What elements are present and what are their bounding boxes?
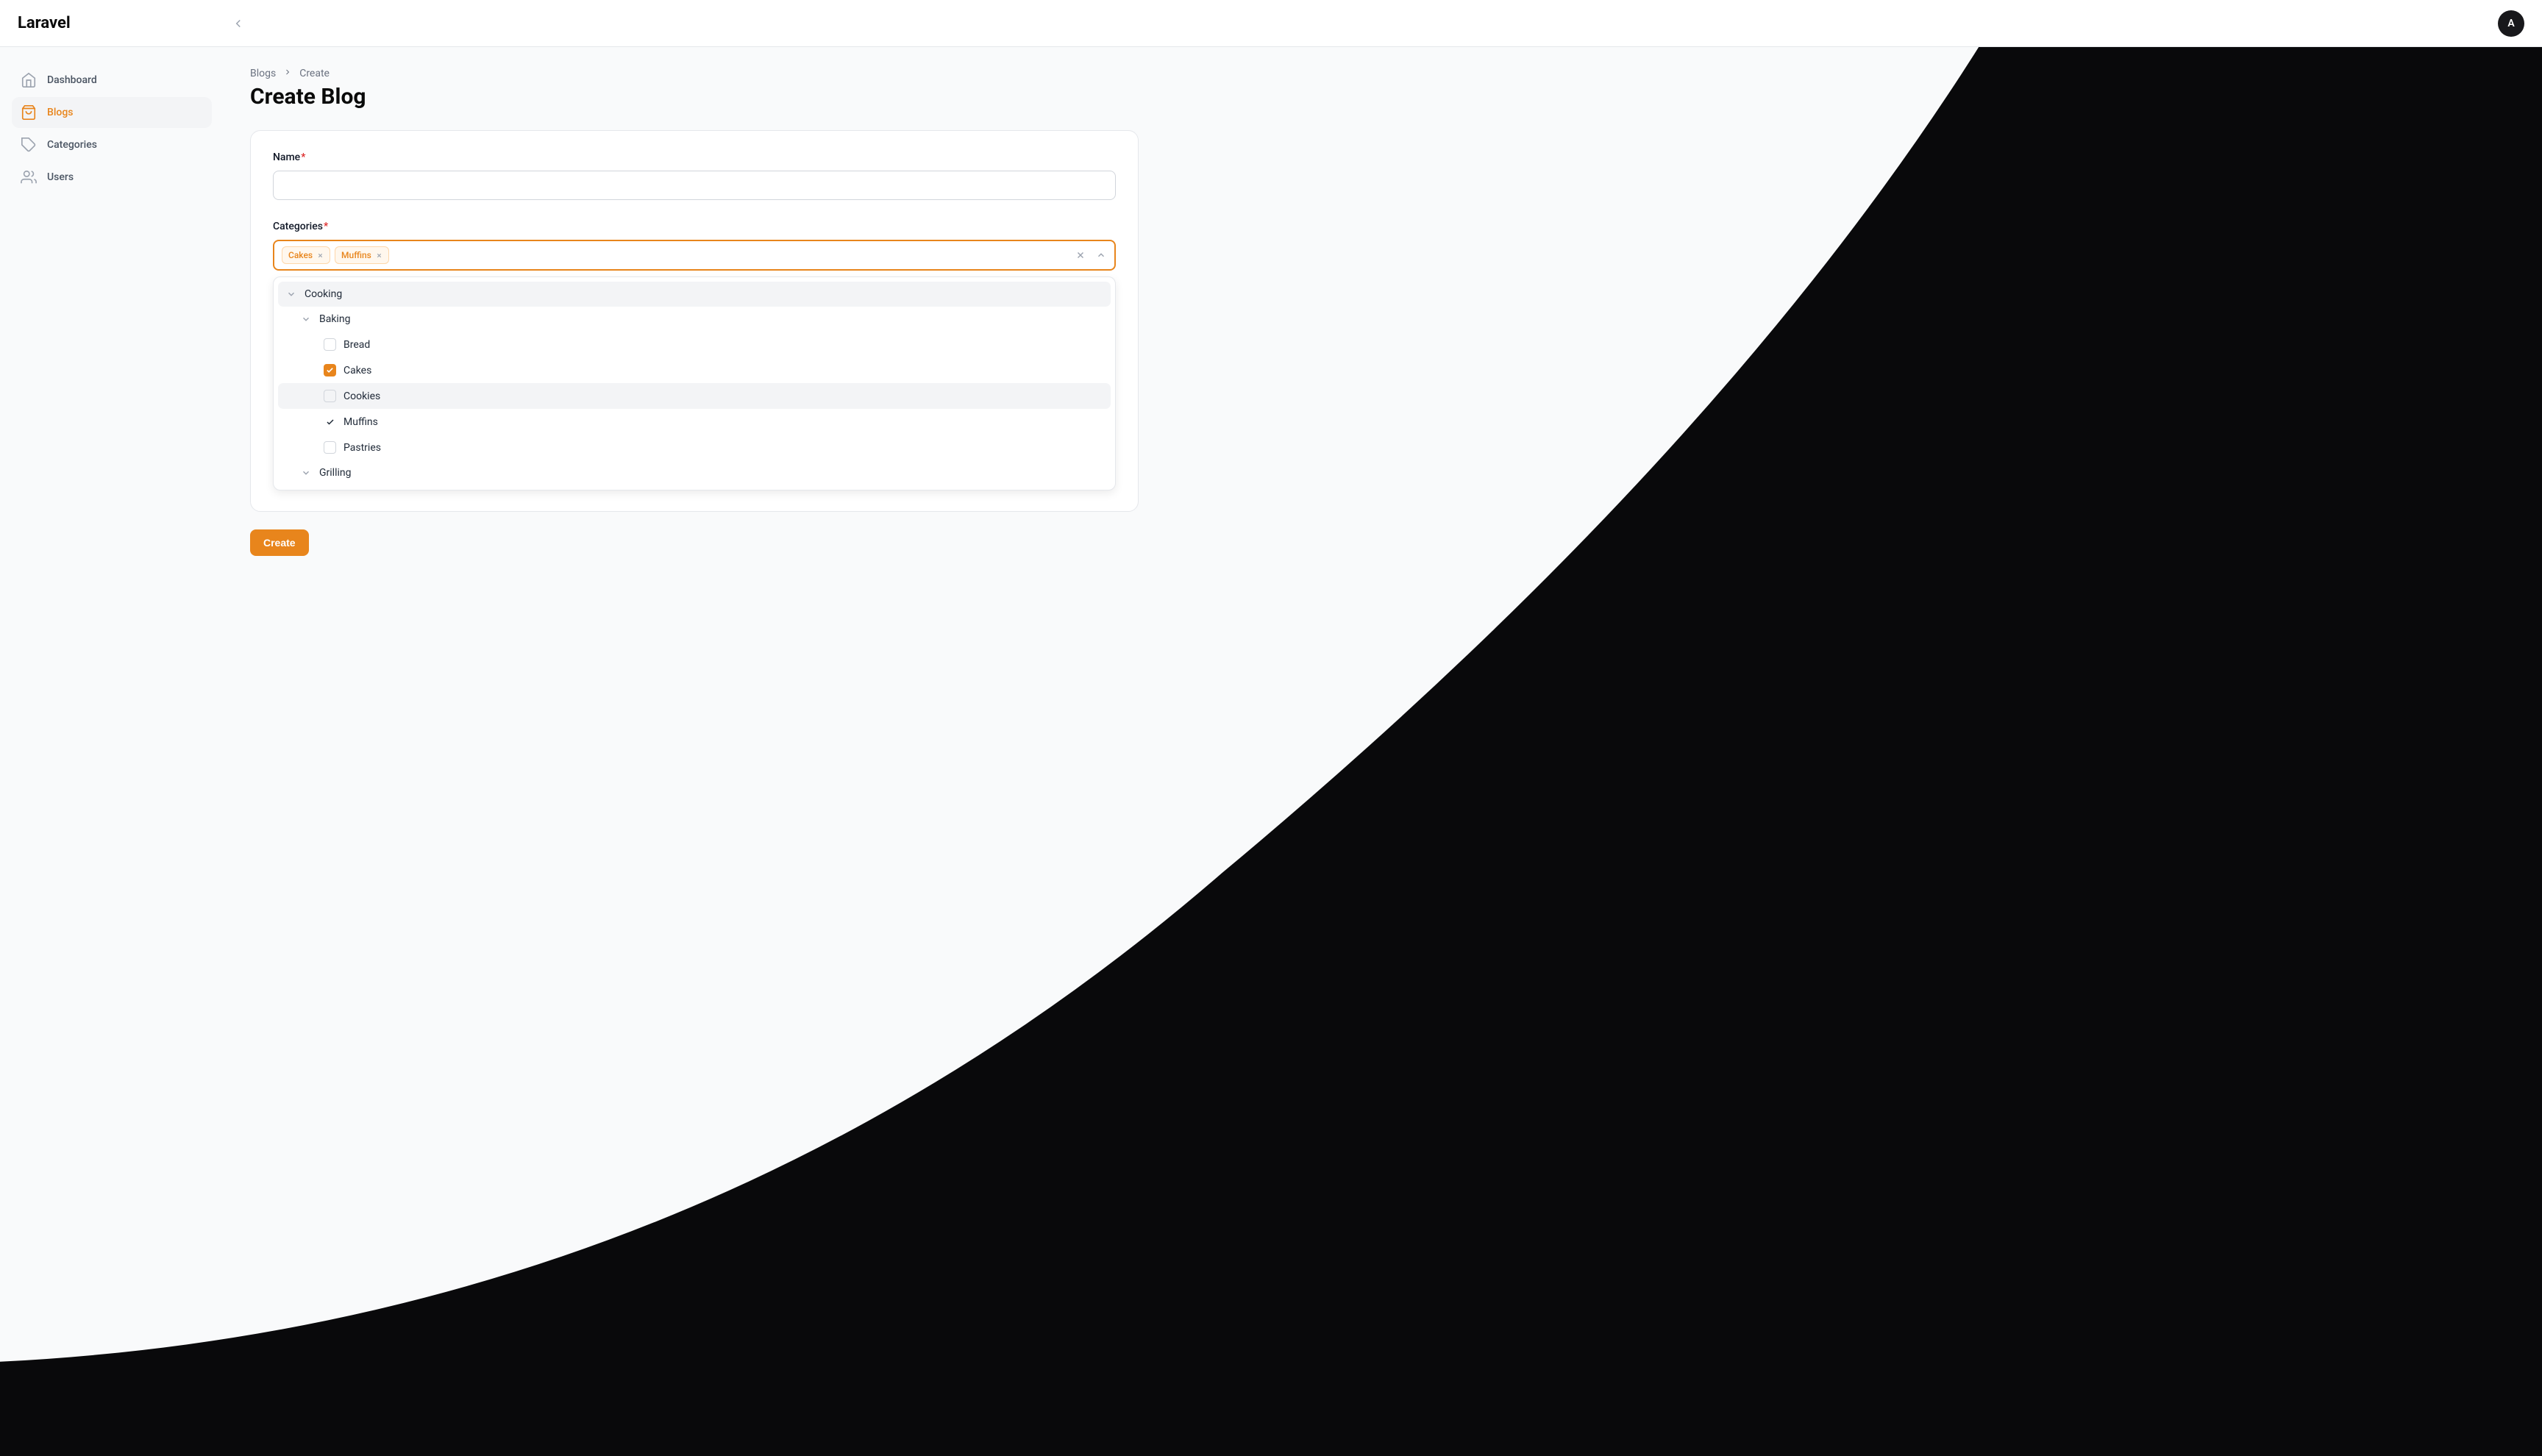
name-label: Name*	[273, 151, 1116, 163]
create-button[interactable]: Create	[250, 529, 309, 556]
tree-item-grilling[interactable]: Grilling	[278, 460, 1111, 485]
sidebar-item-label: Dashboard	[47, 74, 97, 86]
bag-icon	[21, 104, 37, 121]
breadcrumb-create: Create	[299, 68, 330, 79]
categories-multiselect[interactable]: Cakes Muffins	[273, 240, 1116, 271]
categories-label: Categories*	[273, 221, 1116, 232]
chevron-right-icon	[283, 68, 292, 79]
chevron-up-icon[interactable]	[1095, 249, 1107, 261]
tree-item-bread[interactable]: Bread	[278, 332, 1111, 357]
sidebar-item-label: Users	[47, 171, 74, 183]
sidebar-item-categories[interactable]: Categories	[12, 129, 212, 160]
header: Laravel A	[0, 0, 2542, 47]
required-indicator: *	[324, 221, 328, 232]
page-title: Create Blog	[250, 84, 1139, 110]
tree-item-muffins[interactable]: Muffins	[278, 409, 1111, 435]
form-card: Name* Categories* Cakes	[250, 130, 1139, 512]
sidebar-item-label: Blogs	[47, 107, 74, 118]
name-input[interactable]	[273, 171, 1116, 200]
tree-item-cookies[interactable]: Cookies	[278, 383, 1111, 409]
checkbox-cookies[interactable]	[324, 390, 336, 402]
tree-item-cakes[interactable]: Cakes	[278, 357, 1111, 383]
sidebar-item-users[interactable]: Users	[12, 162, 212, 193]
home-icon	[21, 72, 37, 88]
tree-item-cooking[interactable]: Cooking	[278, 282, 1111, 307]
main-content: Blogs Create Create Blog Name* Categorie…	[224, 47, 1165, 577]
tag-remove-cakes[interactable]	[317, 252, 324, 259]
chevron-down-icon[interactable]	[300, 467, 312, 479]
required-indicator: *	[301, 151, 305, 163]
selected-tags: Cakes Muffins	[282, 246, 389, 264]
sidebar-item-dashboard[interactable]: Dashboard	[12, 65, 212, 96]
breadcrumb: Blogs Create	[250, 68, 1139, 79]
user-avatar[interactable]: A	[2498, 10, 2524, 37]
sidebar-item-blogs[interactable]: Blogs	[12, 97, 212, 128]
checkbox-bread[interactable]	[324, 338, 336, 351]
sidebar-item-label: Categories	[47, 139, 97, 151]
chevron-down-icon[interactable]	[285, 288, 297, 300]
tree-item-pastries[interactable]: Pastries	[278, 435, 1111, 460]
checkbox-muffins[interactable]	[324, 415, 336, 428]
tag-icon	[21, 137, 37, 153]
users-icon	[21, 169, 37, 185]
avatar-initial: A	[2507, 18, 2514, 29]
breadcrumb-blogs[interactable]: Blogs	[250, 68, 276, 79]
categories-dropdown: Cooking Baking Bread	[273, 276, 1116, 490]
app-logo[interactable]: Laravel	[18, 14, 71, 32]
checkbox-pastries[interactable]	[324, 441, 336, 454]
chevron-down-icon[interactable]	[300, 313, 312, 325]
tag-muffins: Muffins	[335, 246, 389, 264]
tag-remove-muffins[interactable]	[376, 252, 382, 259]
tag-cakes: Cakes	[282, 246, 330, 264]
checkbox-cakes[interactable]	[324, 364, 336, 377]
back-button[interactable]	[225, 10, 252, 37]
tree-item-baking[interactable]: Baking	[278, 307, 1111, 332]
clear-all-icon[interactable]	[1075, 249, 1086, 261]
sidebar: Dashboard Blogs Categories	[0, 47, 224, 577]
